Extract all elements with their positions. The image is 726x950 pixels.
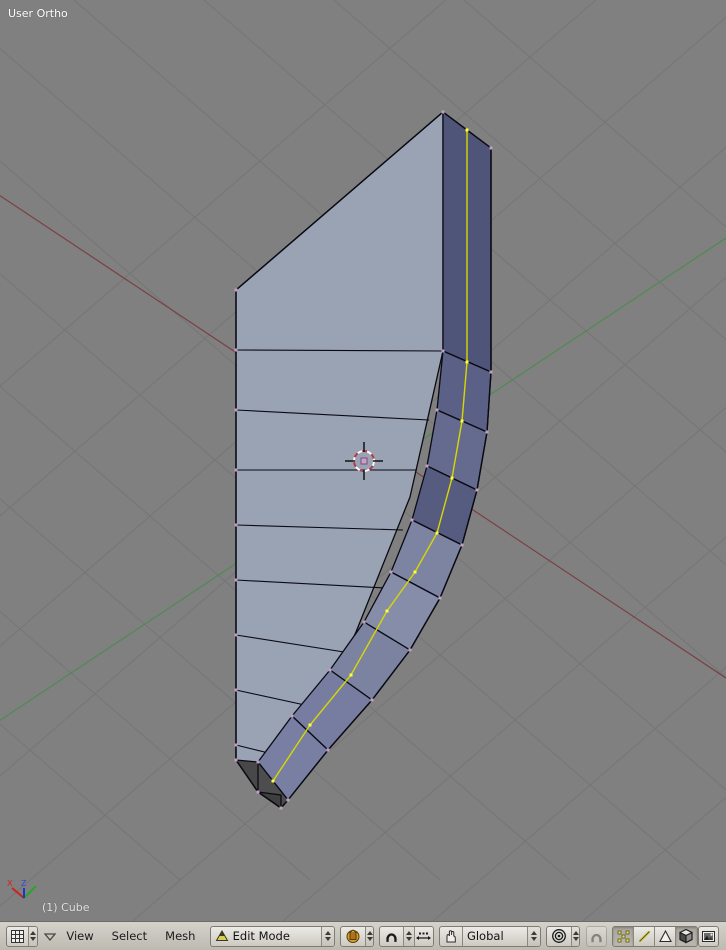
pivot-point-spinner[interactable] — [571, 926, 580, 946]
render-image-icon — [701, 929, 716, 944]
edge-select[interactable] — [634, 926, 656, 946]
editor-type-spinner[interactable] — [28, 926, 37, 946]
pivot-snap-group[interactable] — [379, 925, 434, 947]
viewport-canvas[interactable]: X Z — [0, 0, 726, 921]
mode-selector[interactable]: Edit Mode — [209, 925, 335, 947]
mode-selector-spinner[interactable] — [320, 926, 334, 946]
render-button[interactable] — [697, 925, 720, 947]
gizmo-x-label: X — [7, 879, 13, 888]
editor-type-selector[interactable] — [6, 925, 38, 947]
menu-view[interactable]: View — [57, 927, 102, 945]
blender-window: X Z User Ortho (1) Cube View Select Mesh… — [0, 0, 726, 950]
viewport-object-label: (1) Cube — [42, 901, 90, 914]
chevron-down-icon[interactable] — [42, 932, 58, 941]
pivot-median-icon — [551, 928, 567, 944]
transform-orientation-spinner[interactable] — [526, 926, 540, 946]
pivot-point-selector[interactable] — [546, 925, 581, 947]
snap-magnet-toggle[interactable] — [585, 925, 607, 947]
viewport-header-toolbar[interactable]: View Select Mesh Edit Mode Global — [0, 921, 726, 950]
manipulator-widget-icon[interactable] — [413, 926, 433, 946]
pivot-snap-spinner[interactable] — [403, 926, 414, 946]
triangle-mode-icon — [215, 929, 229, 943]
viewport-shading-spinner[interactable] — [364, 926, 374, 946]
vertex-select[interactable] — [613, 926, 635, 946]
transform-orientation-selector[interactable]: Global — [438, 925, 541, 947]
mesh-select-mode-group[interactable] — [612, 925, 698, 947]
magnet-icon — [589, 929, 604, 944]
hand-icon[interactable] — [440, 926, 463, 946]
3d-viewport[interactable]: X Z User Ortho (1) Cube — [0, 0, 726, 921]
gizmo-z-label: Z — [21, 879, 27, 888]
shading-solid-icon — [345, 928, 361, 944]
occlude-geometry-toggle[interactable] — [676, 926, 697, 946]
face-select[interactable] — [655, 926, 677, 946]
mode-selector-label: Edit Mode — [232, 929, 290, 943]
transform-orientation-label: Global — [466, 929, 504, 943]
viewport-shading-selector[interactable] — [339, 925, 375, 947]
menu-mesh[interactable]: Mesh — [156, 927, 204, 945]
viewport-view-label: User Ortho — [8, 7, 68, 20]
menu-select[interactable]: Select — [103, 927, 156, 945]
magnet-target-icon — [384, 929, 399, 944]
grid-icon — [10, 929, 25, 944]
